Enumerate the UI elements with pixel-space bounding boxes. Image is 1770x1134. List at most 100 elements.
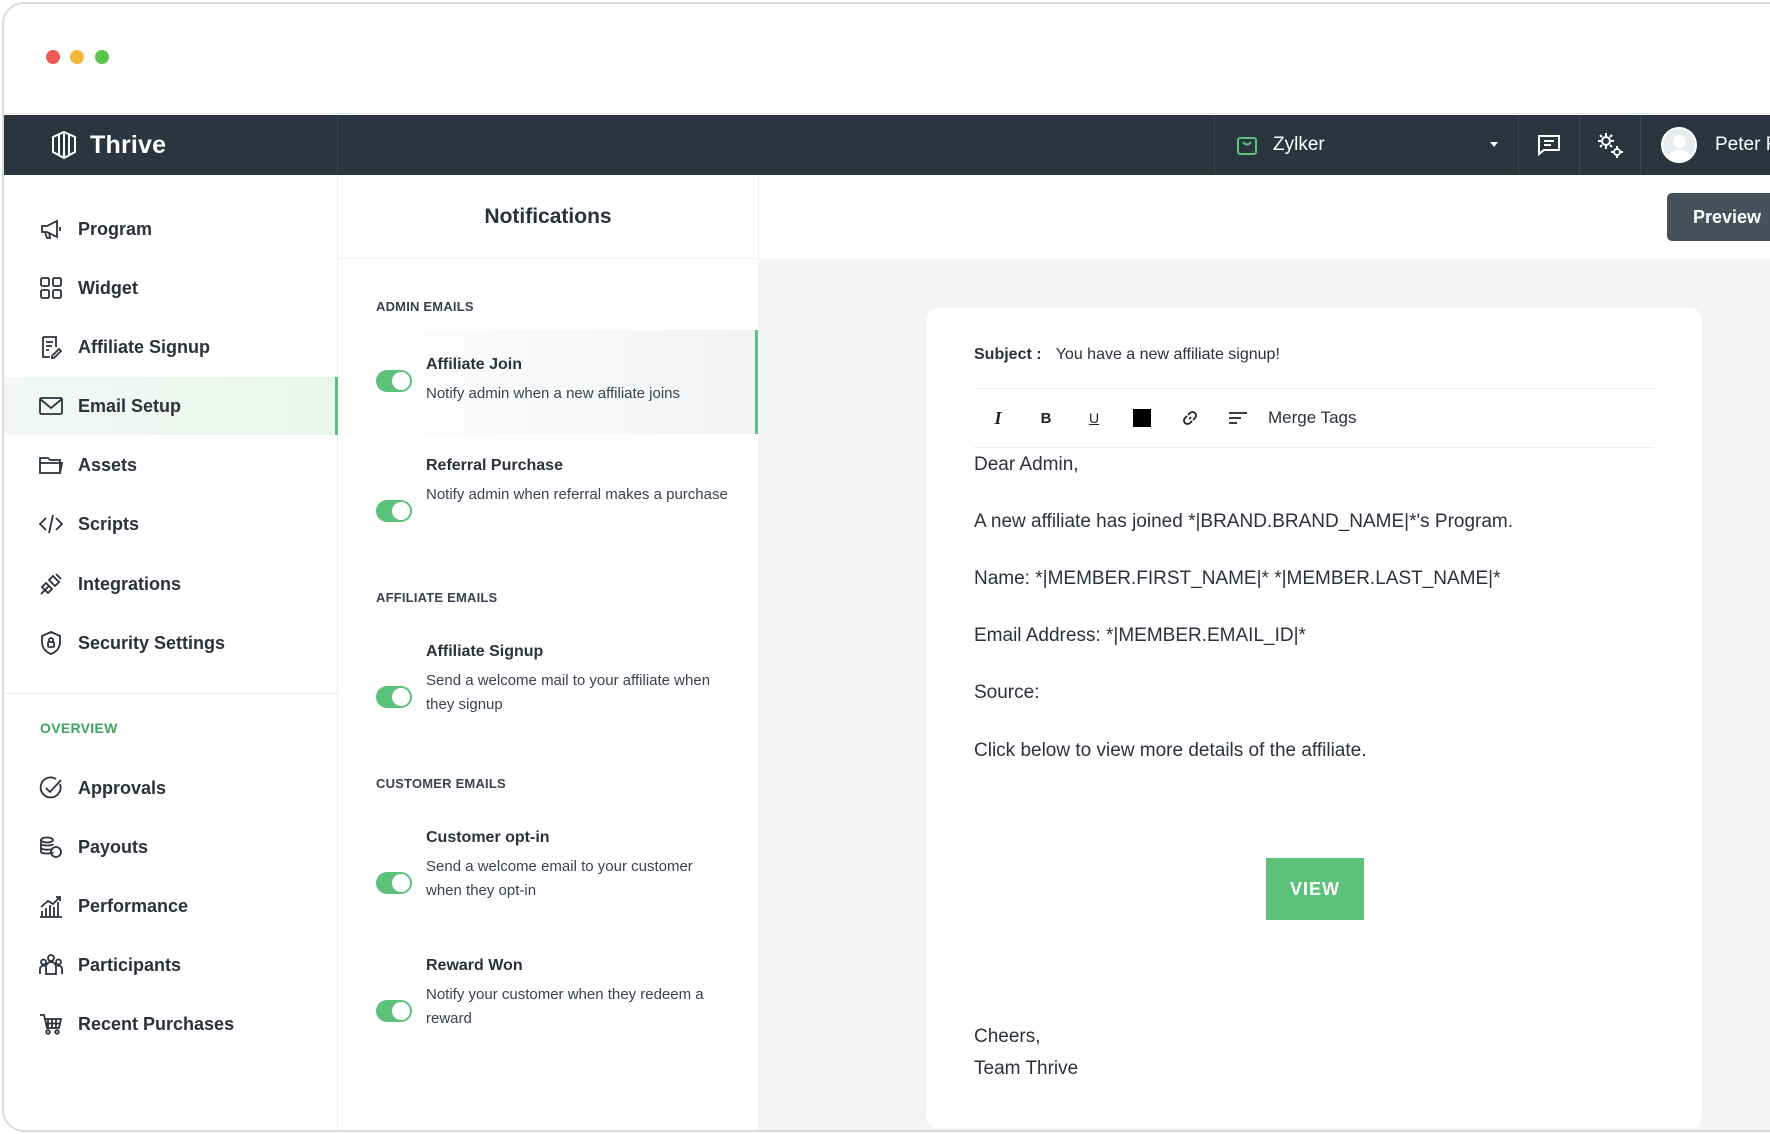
email-preview-area: Preview Subject : You have a new affilia… <box>758 175 1770 1130</box>
text-color-button[interactable] <box>1118 398 1166 438</box>
sidebar-item-payouts[interactable]: Payouts <box>4 818 338 876</box>
sidebar-divider <box>4 693 338 694</box>
window-titlebar <box>4 4 1770 114</box>
sidebar-item-affiliate-signup[interactable]: Affiliate Signup <box>4 318 338 376</box>
email-line: Name: *|MEMBER.FIRST_NAME|* *|MEMBER.LAS… <box>974 568 1501 589</box>
sidebar-item-integrations[interactable]: Integrations <box>4 555 338 613</box>
plug-icon <box>40 573 62 595</box>
email-signature: Team Thrive <box>974 1058 1079 1079</box>
email-line: Email Address: *|MEMBER.EMAIL_ID|* <box>974 625 1306 646</box>
grid-icon <box>40 277 62 299</box>
chat-icon <box>1537 135 1560 157</box>
notifications-panel: Notifications ADMIN EMAILS Affiliate Joi… <box>338 175 758 1130</box>
check-circle-icon <box>39 776 62 799</box>
avatar <box>1661 127 1697 163</box>
user-menu[interactable]: Peter F <box>1640 115 1770 175</box>
notification-description: Notify your customer when they redeem a … <box>426 986 704 1027</box>
brand-name: Thrive <box>90 130 167 159</box>
sidebar-item-label: Assets <box>78 454 138 475</box>
megaphone-icon <box>41 219 61 239</box>
sidebar-item-label: Participants <box>78 954 182 975</box>
sidebar-item-security-settings[interactable]: Security Settings <box>4 614 338 672</box>
overview-section-label: OVERVIEW <box>40 720 118 736</box>
admin-emails-section-label: ADMIN EMAILS <box>376 299 474 314</box>
sidebar-item-approvals[interactable]: Approvals <box>4 759 338 817</box>
sidebar-item-label: Recent Purchases <box>78 1013 235 1034</box>
sidebar-item-participants[interactable]: Participants <box>4 936 338 994</box>
align-button[interactable] <box>1214 398 1262 438</box>
notification-item-reward-won[interactable]: Reward Won Notify your customer when the… <box>338 957 758 1057</box>
affiliate-signup-toggle[interactable] <box>376 686 412 708</box>
affiliate-emails-section-label: AFFILIATE EMAILS <box>376 590 498 605</box>
sidebar-item-label: Approvals <box>78 777 167 798</box>
minimize-window-button[interactable] <box>70 50 84 64</box>
sidebar-item-label: Affiliate Signup <box>78 336 210 357</box>
underline-icon: U <box>1088 410 1100 426</box>
brand[interactable]: Thrive <box>4 115 338 175</box>
gears-icon <box>1597 133 1623 158</box>
people-icon <box>39 954 63 975</box>
notification-title: Affiliate Join <box>426 356 523 373</box>
sidebar-item-performance[interactable]: Performance <box>4 877 338 935</box>
notification-title: Affiliate Signup <box>426 643 544 660</box>
editor-toolbar: I B U Merge Tags <box>974 388 1654 448</box>
reward-won-toggle[interactable] <box>376 1000 412 1022</box>
sidebar-item-label: Program <box>78 218 153 239</box>
maximize-window-button[interactable] <box>95 50 109 64</box>
notification-item-affiliate-join[interactable]: Affiliate Join Notify admin when a new a… <box>338 330 758 434</box>
referral-purchase-toggle[interactable] <box>376 500 412 522</box>
notification-item-customer-opt-in[interactable]: Customer opt-in Send a welcome email to … <box>338 829 758 929</box>
underline-button[interactable]: U <box>1070 398 1118 438</box>
sidebar-item-label: Widget <box>78 277 138 298</box>
user-name: Peter F <box>1715 134 1770 155</box>
sidebar-item-assets[interactable]: Assets <box>4 436 338 494</box>
feedback-button[interactable] <box>1518 115 1578 175</box>
notification-description: Notify admin when a new affiliate joins <box>426 385 681 402</box>
sidebar-item-recent-purchases[interactable]: Recent Purchases <box>4 995 338 1053</box>
link-icon <box>1183 411 1197 425</box>
email-line: Source: <box>974 682 1040 703</box>
preview-button[interactable]: Preview <box>1667 193 1770 241</box>
sidebar-item-widget[interactable]: Widget <box>4 259 338 317</box>
email-line: Click below to view more details of the … <box>974 740 1367 761</box>
customer-opt-in-toggle[interactable] <box>376 872 412 894</box>
app-window: Thrive Zylker Peter F Program Widget <box>2 2 1770 1132</box>
bold-button[interactable]: B <box>1022 398 1070 438</box>
chevron-down-icon <box>1490 142 1498 147</box>
sidebar-item-email-setup[interactable]: Email Setup <box>4 377 338 435</box>
align-left-icon <box>1229 412 1247 424</box>
sidebar: Program Widget Affiliate Signup Email Se… <box>4 175 338 1130</box>
cart-icon <box>40 1014 63 1035</box>
settings-button[interactable] <box>1579 115 1639 175</box>
code-icon <box>38 514 64 534</box>
store-selector[interactable]: Zylker <box>1214 115 1518 175</box>
notification-description: Send a welcome email to your customer wh… <box>426 858 693 899</box>
notification-item-referral-purchase[interactable]: Referral Purchase Notify admin when refe… <box>338 457 758 557</box>
sidebar-item-label: Email Setup <box>78 395 182 416</box>
email-subject[interactable]: Subject : You have a new affiliate signu… <box>974 346 1280 364</box>
view-button[interactable]: VIEW <box>1266 858 1364 920</box>
italic-button[interactable]: I <box>974 398 1022 438</box>
notification-description: Send a welcome mail to your affiliate wh… <box>426 672 711 713</box>
sidebar-item-label: Scripts <box>78 513 140 534</box>
italic-icon: I <box>994 407 1002 428</box>
notification-item-affiliate-signup[interactable]: Affiliate Signup Send a welcome mail to … <box>338 643 758 743</box>
sidebar-item-scripts[interactable]: Scripts <box>4 495 338 553</box>
notification-title: Reward Won <box>426 957 523 974</box>
shopping-bag-icon <box>1237 137 1257 155</box>
email-greeting: Dear Admin, <box>974 454 1079 475</box>
affiliate-join-toggle[interactable] <box>376 370 412 392</box>
sidebar-item-label: Security Settings <box>78 632 226 653</box>
mail-icon <box>39 397 63 415</box>
coins-icon <box>40 836 62 858</box>
merge-tags-dropdown[interactable]: Merge Tags <box>1268 408 1357 428</box>
sidebar-item-program[interactable]: Program <box>4 200 338 258</box>
sidebar-item-label: Performance <box>78 895 189 916</box>
email-line: A new affiliate has joined *|BRAND.BRAND… <box>974 511 1514 532</box>
thrive-logo-icon <box>52 130 76 160</box>
folder-icon <box>39 457 64 474</box>
close-window-button[interactable] <box>46 50 60 64</box>
content-header: Preview <box>758 175 1770 259</box>
top-navigation-bar: Thrive Zylker Peter F <box>4 115 1770 175</box>
link-button[interactable] <box>1166 398 1214 438</box>
